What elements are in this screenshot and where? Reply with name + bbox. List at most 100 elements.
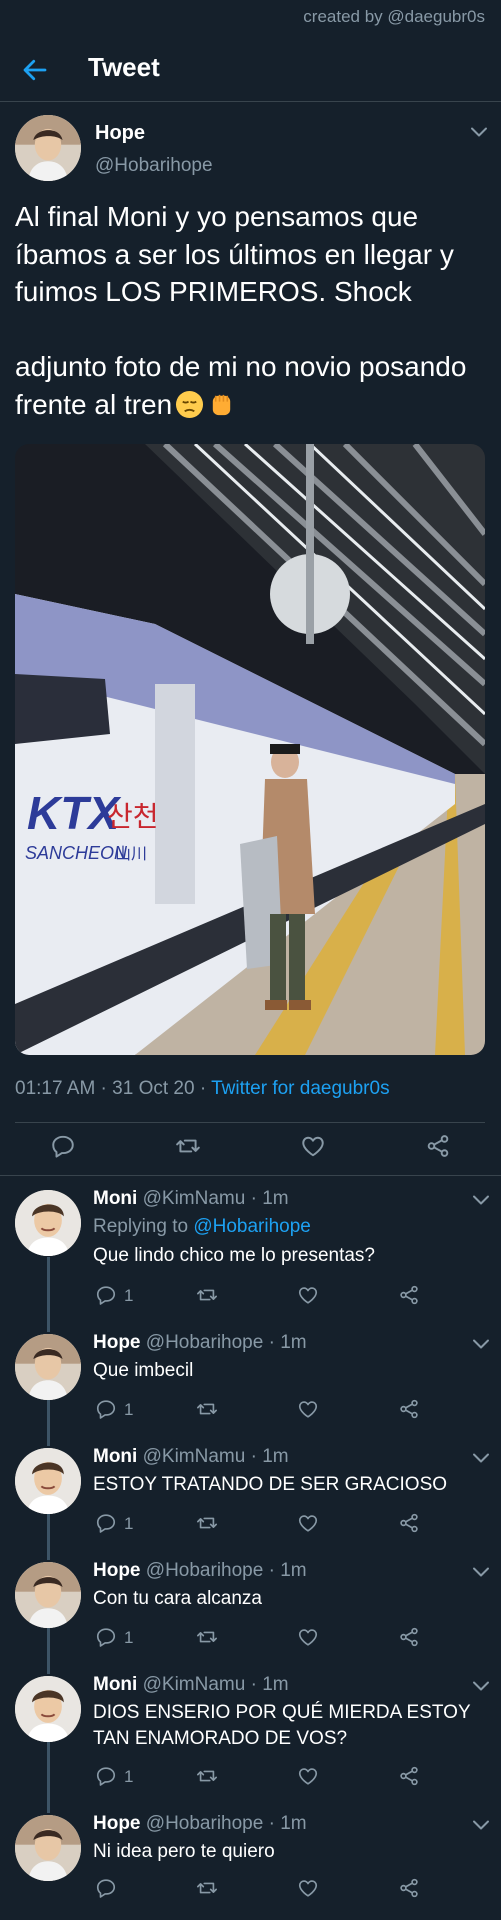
reply-header: Moni @KimNamu · 1m [93, 1446, 289, 1468]
reply-header: Moni @KimNamu · 1m [93, 1188, 289, 1210]
like-icon[interactable] [297, 1398, 319, 1420]
reply-author-name[interactable]: Moni [93, 1674, 137, 1695]
avatar[interactable] [15, 1676, 81, 1742]
replying-to: Replying to @Hobarihope [93, 1216, 311, 1238]
share-icon[interactable] [398, 1398, 420, 1420]
reply-icon[interactable] [95, 1512, 117, 1534]
reply-icon[interactable] [95, 1284, 117, 1306]
chevron-down-icon[interactable] [472, 1819, 490, 1831]
tweet-photo[interactable]: KTX 산천 SANCHEON 山川 [15, 444, 485, 1055]
chevron-down-icon[interactable] [472, 1680, 490, 1692]
divider [15, 1122, 485, 1123]
watermark-credit: created by @daegubr0s [303, 7, 485, 26]
share-icon[interactable] [398, 1877, 420, 1899]
replying-to-link[interactable]: @Hobarihope [193, 1216, 311, 1237]
photo-korean-text: 산천 [107, 800, 159, 833]
reply-author-handle[interactable]: @Hobarihope [146, 1332, 264, 1353]
retweet-icon[interactable] [196, 1284, 218, 1306]
share-icon[interactable] [425, 1133, 451, 1159]
reply-author-handle[interactable]: @KimNamu [143, 1674, 246, 1695]
thread-line [47, 1510, 50, 1560]
like-icon[interactable] [297, 1512, 319, 1534]
reply-count: 1 [124, 1400, 134, 1419]
reply-author-name[interactable]: Moni [93, 1446, 137, 1467]
like-icon[interactable] [297, 1765, 319, 1787]
retweet-icon[interactable] [196, 1765, 218, 1787]
tweet-text: Al final Moni y yo pensamos que íbamos a… [15, 198, 495, 423]
avatar[interactable] [15, 1562, 81, 1628]
retweet-icon[interactable] [175, 1133, 201, 1159]
reply-timestamp: · 1m [250, 1446, 289, 1467]
reply-author-name[interactable]: Hope [93, 1813, 141, 1834]
retweet-icon[interactable] [196, 1877, 218, 1899]
reply-header: Hope @Hobarihope · 1m [93, 1813, 307, 1835]
chevron-down-icon[interactable] [472, 1194, 490, 1206]
reply-icon[interactable] [95, 1626, 117, 1648]
retweet-icon[interactable] [196, 1398, 218, 1420]
reply-icon[interactable] [95, 1398, 117, 1420]
divider [0, 1175, 501, 1176]
like-icon[interactable] [297, 1877, 319, 1899]
reply-count: 1 [124, 1628, 134, 1647]
reply-header: Hope @Hobarihope · 1m [93, 1560, 307, 1582]
reply-count: 1 [124, 1514, 134, 1533]
reply-author-handle[interactable]: @Hobarihope [146, 1560, 264, 1581]
avatar[interactable] [15, 1334, 81, 1400]
reply-author-name[interactable]: Hope [93, 1560, 141, 1581]
like-icon[interactable] [297, 1626, 319, 1648]
page-title: Tweet [88, 52, 160, 82]
like-icon[interactable] [297, 1284, 319, 1306]
chevron-down-icon[interactable] [472, 1566, 490, 1578]
reply-header: Hope @Hobarihope · 1m [93, 1332, 307, 1354]
reply-text: Ni idea pero te quiero [93, 1841, 275, 1862]
author-handle[interactable]: @Hobarihope [95, 155, 213, 177]
back-arrow-icon[interactable] [20, 55, 50, 85]
reply-icon[interactable] [95, 1765, 117, 1787]
retweet-icon[interactable] [196, 1512, 218, 1534]
author-name[interactable]: Hope [95, 122, 145, 145]
chevron-down-icon[interactable] [472, 1452, 490, 1464]
photo-hanja-text: 山川 [115, 844, 147, 863]
thread-line [47, 1257, 50, 1332]
thread-line [47, 1738, 50, 1813]
avatar[interactable] [15, 1190, 81, 1256]
avatar[interactable] [15, 1815, 81, 1881]
top-bar: Tweet [0, 40, 501, 102]
reply-text: ESTOY TRATANDO DE SER GRACIOSO [93, 1474, 448, 1495]
reply-text: DIOS ENSERIO POR QUÉ MIERDA ESTOY TAN EN… [93, 1702, 471, 1749]
reply-timestamp: · 1m [250, 1674, 289, 1695]
chevron-down-icon[interactable] [470, 126, 488, 138]
share-icon[interactable] [398, 1765, 420, 1787]
reply-timestamp: · 1m [268, 1332, 307, 1353]
retweet-icon[interactable] [196, 1626, 218, 1648]
reply-text: Que lindo chico me lo presentas? [93, 1245, 375, 1266]
reply-count: 1 [124, 1767, 134, 1786]
reply-timestamp: · 1m [250, 1188, 289, 1209]
avatar[interactable] [15, 115, 81, 181]
raised-fist-emoji [207, 390, 236, 419]
reply-author-name[interactable]: Moni [93, 1188, 137, 1209]
reply-author-handle[interactable]: @Hobarihope [146, 1813, 264, 1834]
reply-author-handle[interactable]: @KimNamu [143, 1446, 246, 1467]
like-icon[interactable] [300, 1133, 326, 1159]
tweet-body: Al final Moni y yo pensamos que íbamos a… [15, 201, 467, 420]
reply-text: Que imbecil [93, 1360, 194, 1381]
share-icon[interactable] [398, 1512, 420, 1534]
share-icon[interactable] [398, 1284, 420, 1306]
reply-author-name[interactable]: Hope [93, 1332, 141, 1353]
chevron-down-icon[interactable] [472, 1338, 490, 1350]
reply-icon[interactable] [95, 1877, 117, 1899]
tweet-source-link[interactable]: Twitter for daegubr0s [211, 1078, 389, 1099]
share-icon[interactable] [398, 1626, 420, 1648]
tweet-timestamp: 01:17 AM · 31 Oct 20 · [15, 1078, 212, 1099]
avatar[interactable] [15, 1448, 81, 1514]
pensive-face-emoji [175, 390, 204, 419]
tweet-meta: 01:17 AM · 31 Oct 20 · Twitter for daegu… [15, 1078, 390, 1100]
photo-line-text: SANCHEON [25, 843, 128, 863]
replying-to-prefix: Replying to [93, 1216, 194, 1237]
reply-timestamp: · 1m [268, 1813, 307, 1834]
reply-author-handle[interactable]: @KimNamu [143, 1188, 246, 1209]
reply-icon[interactable] [50, 1133, 76, 1159]
thread-line [47, 1396, 50, 1446]
reply-count: 1 [124, 1286, 134, 1305]
